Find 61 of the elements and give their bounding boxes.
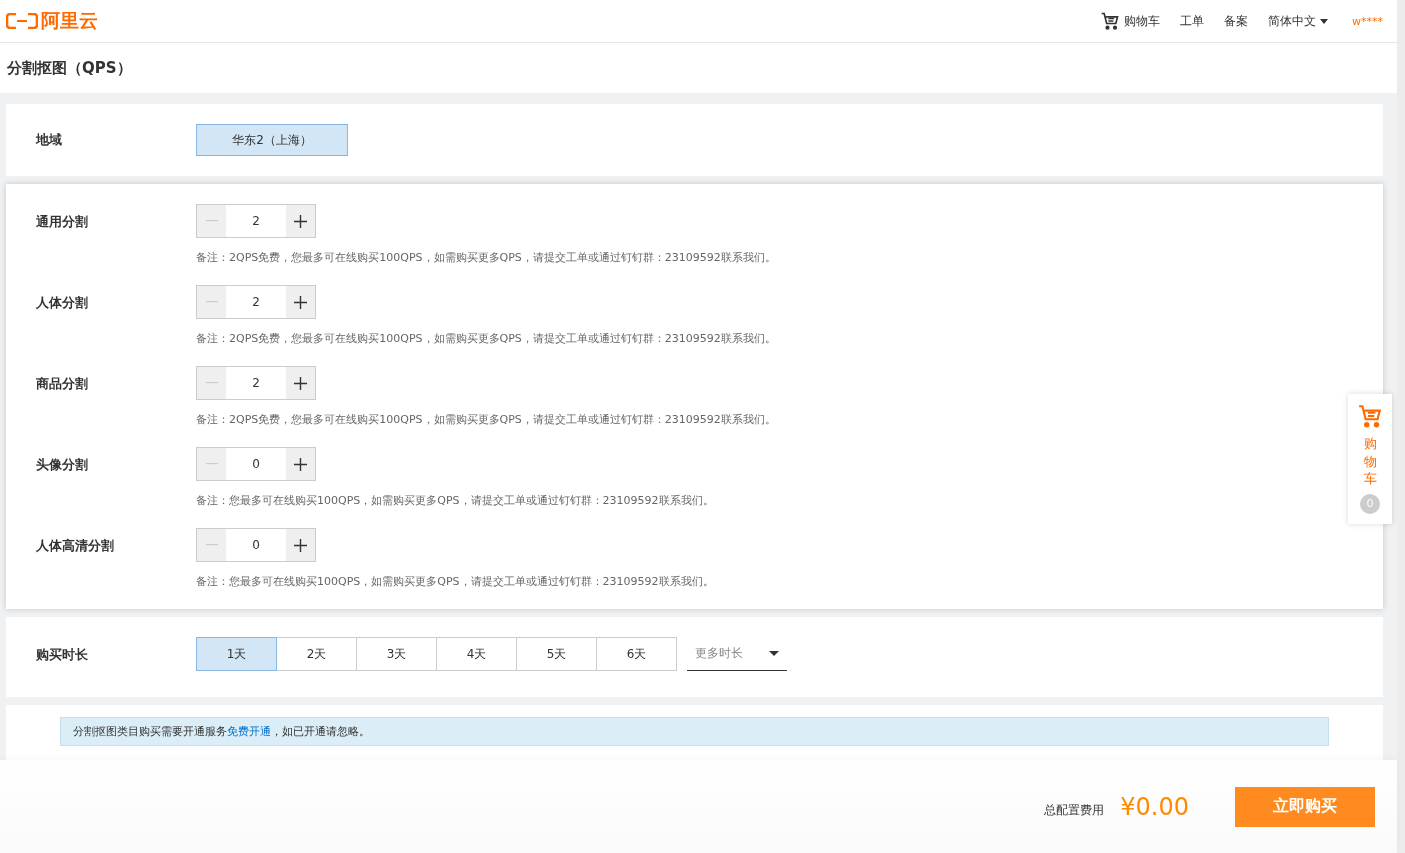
cart-icon — [1100, 11, 1120, 31]
item-note: 备注：您最多可在线购买100QPS，如需购买更多QPS，请提交工单或通过钉钉群：23109592联系我们。 — [196, 574, 714, 589]
increment-button[interactable] — [286, 367, 315, 399]
minus-icon — [205, 382, 218, 384]
quantity-stepper[interactable]: 0 — [196, 528, 316, 562]
item-note: 备注：2QPS免费，您最多可在线购买100QPS，如需购买更多QPS，请提交工单或通过钉钉群：23109592联系我们。 — [196, 412, 776, 427]
item-note: 备注：2QPS免费，您最多可在线购买100QPS，如需购买更多QPS，请提交工单或通过钉钉群：23109592联系我们。 — [196, 331, 776, 346]
duration-option[interactable]: 4天 — [436, 637, 517, 671]
increment-button[interactable] — [286, 529, 315, 561]
increment-button[interactable] — [286, 448, 315, 480]
quantity-stepper[interactable]: 2 — [196, 285, 316, 319]
side-cart-label: 购物车 — [1363, 435, 1377, 488]
region-option[interactable]: 华东2（上海） — [196, 124, 348, 156]
decrement-button[interactable] — [197, 529, 226, 561]
decrement-button[interactable] — [197, 286, 226, 318]
free-activate-link[interactable]: 免费开通 — [227, 725, 271, 738]
plus-icon — [294, 295, 307, 309]
total-label: 总配置费用 — [1044, 802, 1105, 819]
minus-icon — [205, 463, 218, 465]
item-note: 备注：您最多可在线购买100QPS，如需购买更多QPS，请提交工单或通过钉钉群：23109592联系我们。 — [196, 493, 714, 508]
total-price: ¥0.00 — [1120, 792, 1189, 821]
scrollbar[interactable] — [1397, 0, 1405, 853]
plus-icon — [294, 376, 307, 390]
item-label: 头像分割 — [36, 456, 89, 474]
plus-icon — [294, 457, 307, 471]
minus-icon — [205, 544, 218, 546]
plus-icon — [294, 538, 307, 552]
caret-icon — [1320, 18, 1328, 24]
decrement-button[interactable] — [197, 448, 226, 480]
decrement-button[interactable] — [197, 367, 226, 399]
duration-option[interactable]: 2天 — [276, 637, 357, 671]
decrement-button[interactable] — [197, 205, 226, 237]
nav-link[interactable]: 工单 — [1180, 12, 1204, 30]
duration-option[interactable]: 1天 — [196, 637, 277, 671]
minus-icon — [205, 220, 218, 222]
page-title: 分割抠图（QPS） — [7, 58, 132, 78]
region-label: 地域 — [36, 131, 63, 149]
quantity-stepper[interactable]: 0 — [196, 447, 316, 481]
nav-link[interactable]: 备案 — [1224, 12, 1248, 30]
logo-text: 阿里云 — [41, 8, 98, 33]
caret-icon — [769, 651, 779, 656]
duration-option[interactable]: 3天 — [356, 637, 437, 671]
plus-icon — [294, 214, 307, 228]
quantity-stepper[interactable]: 2 — [196, 366, 316, 400]
duration-label: 购买时长 — [36, 646, 89, 664]
language-dropdown[interactable]: 简体中文 — [1268, 12, 1328, 30]
duration-option[interactable]: 5天 — [516, 637, 597, 671]
cart-link[interactable]: 购物车 — [1100, 11, 1160, 31]
increment-button[interactable] — [286, 286, 315, 318]
duration-option[interactable]: 6天 — [596, 637, 677, 671]
item-label: 人体分割 — [36, 294, 89, 312]
minus-icon — [205, 301, 218, 303]
logo-icon — [6, 13, 38, 29]
item-note: 备注：2QPS免费，您最多可在线购买100QPS，如需购买更多QPS，请提交工单或通过钉钉群：23109592联系我们。 — [196, 250, 776, 265]
item-label: 商品分割 — [36, 375, 89, 393]
item-label: 通用分割 — [36, 213, 89, 231]
increment-button[interactable] — [286, 205, 315, 237]
item-label: 人体高清分割 — [36, 537, 115, 555]
notice-text: 分割抠图类目购买需要开通服务免费开通，如已开通请忽略。 — [73, 725, 370, 738]
cart-icon — [1357, 403, 1383, 429]
quantity-stepper[interactable]: 2 — [196, 204, 316, 238]
